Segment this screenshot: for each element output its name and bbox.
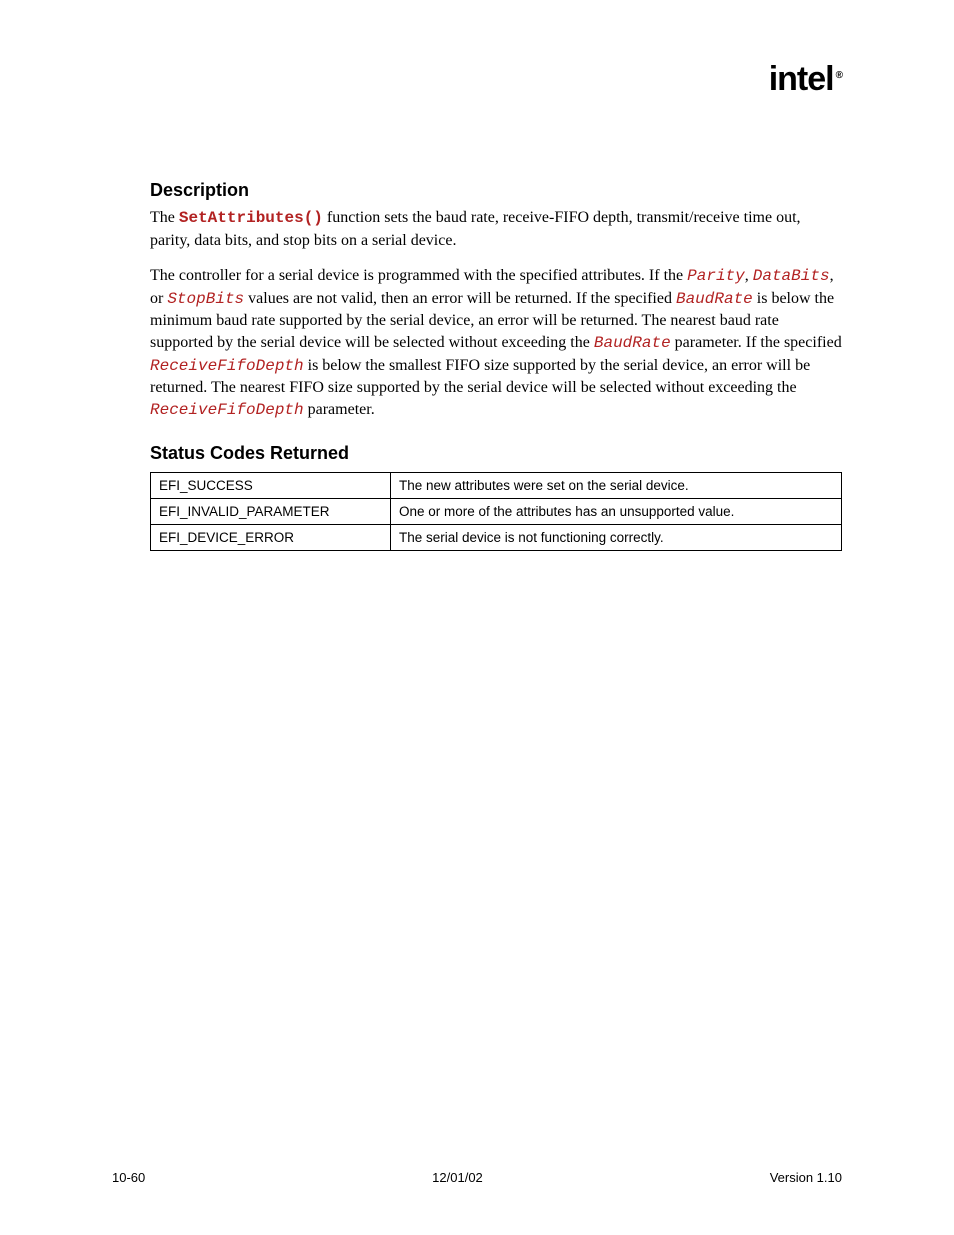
- code-receivefifodepth: ReceiveFifoDepth: [150, 357, 304, 375]
- code-baudrate: BaudRate: [676, 290, 753, 308]
- status-codes-table: EFI_SUCCESS The new attributes were set …: [150, 472, 842, 551]
- status-code-cell: EFI_INVALID_PARAMETER: [151, 499, 391, 525]
- logo-text: intel: [769, 60, 834, 98]
- footer-page-number: 10-60: [112, 1170, 145, 1185]
- page-footer: 10-60 12/01/02 Version 1.10: [112, 1170, 842, 1185]
- text-run: The: [150, 209, 179, 226]
- text-run: values are not valid, then an error will…: [244, 290, 676, 307]
- status-codes-heading: Status Codes Returned: [150, 443, 842, 464]
- status-desc-cell: One or more of the attributes has an uns…: [390, 499, 841, 525]
- code-setattributes: SetAttributes(): [179, 209, 323, 227]
- text-run: The controller for a serial device is pr…: [150, 267, 687, 284]
- text-run: ,: [745, 267, 753, 284]
- code-baudrate: BaudRate: [594, 334, 671, 352]
- text-run: parameter.: [304, 401, 375, 418]
- status-desc-cell: The new attributes were set on the seria…: [390, 473, 841, 499]
- code-stopbits: StopBits: [167, 290, 244, 308]
- table-row: EFI_DEVICE_ERROR The serial device is no…: [151, 525, 842, 551]
- description-para-2: The controller for a serial device is pr…: [150, 265, 842, 421]
- table-row: EFI_SUCCESS The new attributes were set …: [151, 473, 842, 499]
- table-row: EFI_INVALID_PARAMETER One or more of the…: [151, 499, 842, 525]
- description-para-1: The SetAttributes() function sets the ba…: [150, 207, 842, 251]
- code-receivefifodepth: ReceiveFifoDepth: [150, 401, 304, 419]
- main-content: Description The SetAttributes() function…: [150, 180, 842, 551]
- description-heading: Description: [150, 180, 842, 201]
- footer-date: 12/01/02: [432, 1170, 483, 1185]
- status-code-cell: EFI_DEVICE_ERROR: [151, 525, 391, 551]
- intel-logo: intel®: [769, 60, 842, 99]
- text-run: parameter. If the specified: [671, 334, 842, 351]
- footer-version: Version 1.10: [770, 1170, 842, 1185]
- status-desc-cell: The serial device is not functioning cor…: [390, 525, 841, 551]
- status-code-cell: EFI_SUCCESS: [151, 473, 391, 499]
- code-databits: DataBits: [753, 267, 830, 285]
- code-parity: Parity: [687, 267, 745, 285]
- logo-sub: ®: [836, 70, 842, 81]
